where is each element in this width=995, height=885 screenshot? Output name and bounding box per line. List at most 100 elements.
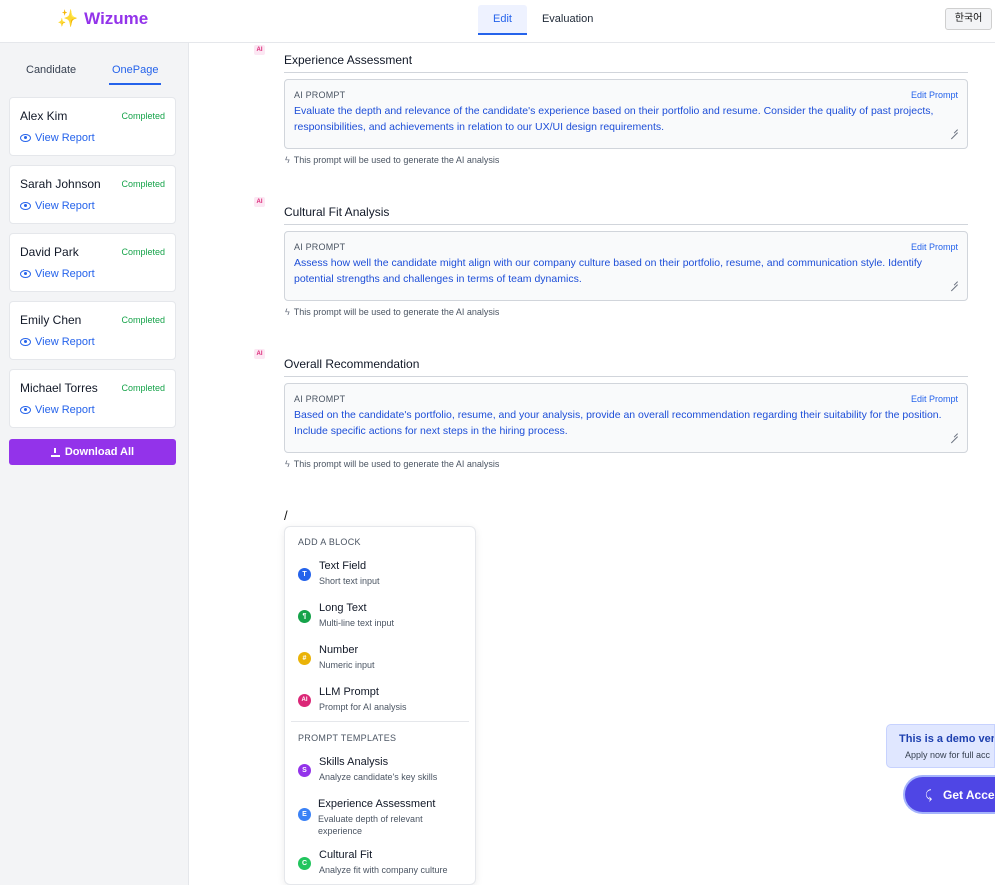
eye-icon	[20, 134, 31, 142]
download-icon	[50, 447, 60, 457]
sidebar: Candidate OnePage Alex Kim Completed Vie…	[0, 43, 189, 885]
menu-divider	[291, 721, 469, 722]
menu-item-cultural-fit[interactable]: C Cultural Fit Analyze fit with company …	[291, 843, 469, 881]
language-button[interactable]: 한국어	[945, 8, 992, 30]
prompt-text[interactable]: Assess how well the candidate might alig…	[294, 256, 944, 287]
text-field-icon: T	[298, 568, 311, 581]
menu-item-title: Skills Analysis	[319, 756, 389, 768]
skills-analysis-icon: S	[298, 764, 311, 777]
cultural-fit-icon: C	[298, 857, 311, 870]
block-divider	[284, 224, 968, 225]
bolt-icon: ϟ	[285, 459, 290, 469]
tab-edit[interactable]: Edit	[478, 5, 527, 35]
candidate-name: Alex Kim	[20, 109, 68, 123]
candidate-name: Emily Chen	[20, 313, 82, 327]
candidate-card[interactable]: Alex Kim Completed View Report	[9, 97, 176, 156]
get-access-label: Get Acce	[943, 788, 995, 802]
menu-item-title: Number	[319, 644, 359, 656]
block-title[interactable]: Experience Assessment	[284, 53, 412, 67]
resize-handle-icon[interactable]	[951, 430, 958, 437]
edit-prompt-button[interactable]: Edit Prompt	[911, 90, 958, 100]
candidate-card[interactable]: David Park Completed View Report	[9, 233, 176, 292]
sparkle-icon: ✨	[57, 9, 79, 28]
prompt-note: ϟ This prompt will be used to generate t…	[285, 155, 499, 165]
eye-icon	[20, 270, 31, 278]
edit-prompt-button[interactable]: Edit Prompt	[911, 242, 958, 252]
candidate-name: Sarah Johnson	[20, 177, 101, 191]
view-report-label: View Report	[35, 336, 95, 348]
view-report-label: View Report	[35, 404, 95, 416]
menu-item-llm-prompt[interactable]: AI LLM Prompt Prompt for AI analysis	[291, 680, 469, 718]
download-all-button[interactable]: Download All	[9, 439, 176, 465]
long-text-icon: ¶	[298, 610, 311, 623]
prompt-note-text: This prompt will be used to generate the…	[293, 459, 500, 469]
prompt-note: ϟ This prompt will be used to generate t…	[285, 459, 499, 469]
view-report-link[interactable]: View Report	[20, 268, 95, 280]
menu-item-title: Experience Assessment	[318, 798, 436, 810]
eye-icon	[20, 202, 31, 210]
menu-item-subtitle: Evaluate depth of relevant experience	[318, 814, 423, 836]
sidebar-tabs: Candidate OnePage	[0, 63, 189, 85]
candidate-card[interactable]: Michael Torres Completed View Report	[9, 369, 176, 428]
resize-handle-icon[interactable]	[951, 278, 958, 285]
edit-prompt-button[interactable]: Edit Prompt	[911, 394, 958, 404]
prompt-box[interactable]: AI PROMPT Edit Prompt Assess how well th…	[284, 231, 968, 301]
view-report-link[interactable]: View Report	[20, 336, 95, 348]
prompt-text[interactable]: Based on the candidate's portfolio, resu…	[294, 408, 944, 439]
view-report-link[interactable]: View Report	[20, 200, 95, 212]
prompt-label: AI PROMPT	[294, 90, 346, 100]
download-all-label: Download All	[64, 446, 135, 458]
eye-icon	[20, 338, 31, 346]
resize-handle-icon[interactable]	[951, 126, 958, 133]
view-report-link[interactable]: View Report	[20, 132, 95, 144]
tab-evaluation[interactable]: Evaluation	[536, 5, 599, 35]
block-title[interactable]: Cultural Fit Analysis	[284, 205, 389, 219]
menu-item-title: Text Field	[319, 560, 367, 572]
menu-item-text-field[interactable]: T Text Field Short text input	[291, 554, 469, 592]
status-badge: Completed	[121, 111, 165, 121]
prompt-box[interactable]: AI PROMPT Edit Prompt Based on the candi…	[284, 383, 968, 453]
ai-badge: AI	[254, 45, 265, 55]
tab-candidate[interactable]: Candidate	[26, 63, 76, 77]
candidate-card[interactable]: Sarah Johnson Completed View Report	[9, 165, 176, 224]
tab-onepage[interactable]: OnePage	[108, 63, 163, 85]
candidate-card[interactable]: Emily Chen Completed View Report	[9, 301, 176, 360]
prompt-note: ϟ This prompt will be used to generate t…	[285, 307, 499, 317]
menu-item-title: Cultural Fit	[319, 849, 373, 861]
demo-banner: This is a demo vers Apply now for full a…	[886, 724, 995, 768]
menu-item-number[interactable]: # Number Numeric input	[291, 638, 469, 676]
menu-item-subtitle: Prompt for AI analysis	[319, 702, 407, 712]
view-report-label: View Report	[35, 132, 95, 144]
logo[interactable]: ✨ Wizume	[57, 9, 148, 29]
block-title[interactable]: Overall Recommendation	[284, 357, 419, 371]
menu-item-subtitle: Numeric input	[319, 660, 375, 670]
view-report-label: View Report	[35, 200, 95, 212]
add-block-heading: ADD A BLOCK	[298, 537, 361, 547]
menu-item-experience-assessment[interactable]: E Experience Assessment Evaluate depth o…	[291, 792, 469, 836]
menu-item-long-text[interactable]: ¶ Long Text Multi-line text input	[291, 596, 469, 634]
menu-item-subtitle: Analyze fit with company culture	[319, 865, 448, 875]
menu-item-subtitle: Short text input	[319, 576, 380, 586]
status-badge: Completed	[121, 179, 165, 189]
get-access-button[interactable]: ⤹ Get Acce	[903, 775, 995, 814]
status-badge: Completed	[121, 247, 165, 257]
prompt-box[interactable]: AI PROMPT Edit Prompt Evaluate the depth…	[284, 79, 968, 149]
llm-prompt-icon: AI	[298, 694, 311, 707]
candidate-name: Michael Torres	[20, 381, 98, 395]
candidate-name: David Park	[20, 245, 79, 259]
slash-command-input[interactable]: /	[284, 509, 288, 523]
menu-item-subtitle: Analyze candidate's key skills	[319, 772, 438, 782]
ai-badge: AI	[254, 349, 265, 359]
prompt-note-text: This prompt will be used to generate the…	[293, 155, 500, 165]
ai-badge: AI	[254, 197, 265, 207]
block-divider	[284, 72, 968, 73]
menu-item-skills-analysis[interactable]: S Skills Analysis Analyze candidate's ke…	[291, 750, 469, 788]
prompt-text[interactable]: Evaluate the depth and relevance of the …	[294, 104, 944, 135]
menu-item-title: Long Text	[319, 602, 367, 614]
menu-item-title: LLM Prompt	[319, 686, 379, 698]
block-divider	[284, 376, 968, 377]
demo-subtitle: Apply now for full acc	[905, 750, 991, 760]
status-badge: Completed	[121, 315, 165, 325]
bolt-icon: ϟ	[285, 307, 290, 317]
view-report-link[interactable]: View Report	[20, 404, 95, 416]
